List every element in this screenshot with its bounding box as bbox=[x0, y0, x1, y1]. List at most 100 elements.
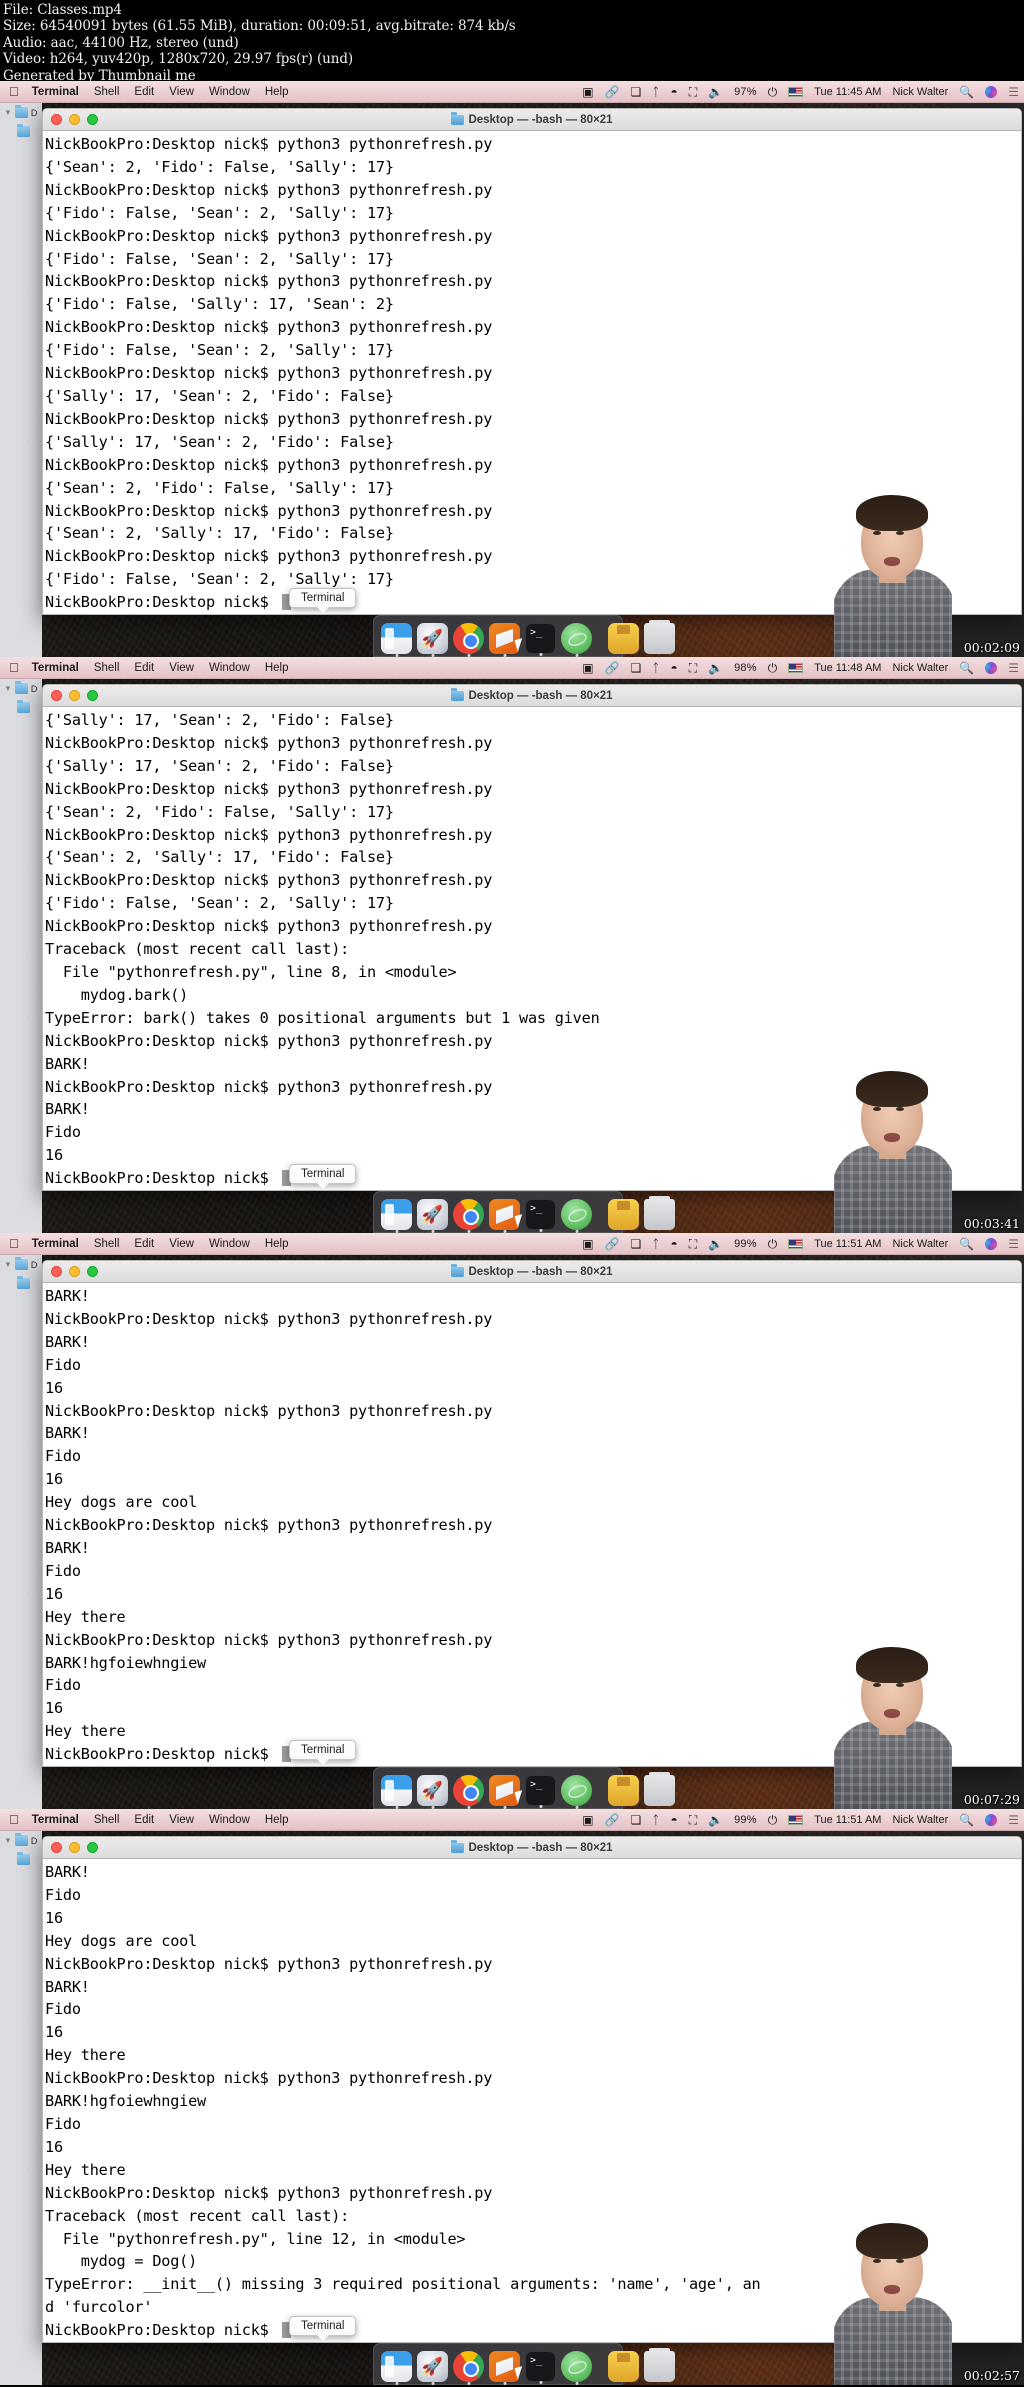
finder-row[interactable] bbox=[0, 1846, 42, 1865]
finder-row[interactable]: ▼ D bbox=[0, 679, 42, 694]
dock-icon-honey[interactable] bbox=[608, 1199, 639, 1230]
dock-icon-launchpad[interactable] bbox=[417, 623, 448, 657]
menu-item-help[interactable]: Help bbox=[265, 1238, 289, 1250]
spotlight-search-icon[interactable]: 🔍 bbox=[959, 1237, 974, 1251]
dock-icon-sublime[interactable] bbox=[489, 1199, 520, 1233]
dock-icon-launchpad[interactable] bbox=[417, 1775, 448, 1809]
menu-item-help[interactable]: Help bbox=[265, 1814, 289, 1826]
menu-item-view[interactable]: View bbox=[169, 86, 194, 98]
siri-icon[interactable] bbox=[985, 1813, 998, 1826]
dock-icon-chrome[interactable] bbox=[453, 2351, 484, 2385]
dock-icon-sublime[interactable] bbox=[489, 1775, 520, 1809]
menu-item-edit[interactable]: Edit bbox=[134, 1238, 154, 1250]
notification-center-icon[interactable]: ☰ bbox=[1008, 1237, 1019, 1251]
dock-icon-finder[interactable] bbox=[381, 2351, 412, 2385]
us-flag-icon[interactable] bbox=[788, 1238, 804, 1249]
menu-item-window[interactable]: Window bbox=[209, 1814, 250, 1826]
finder-window-sliver[interactable]: ▼ D bbox=[0, 1831, 42, 2385]
dock-icon-chrome[interactable] bbox=[453, 1775, 484, 1809]
dock-icon-honey[interactable] bbox=[608, 1775, 639, 1806]
dock-icon-finder[interactable] bbox=[381, 623, 412, 657]
chevron-down-icon[interactable]: ▼ bbox=[4, 108, 12, 117]
us-flag-icon[interactable] bbox=[788, 86, 804, 97]
dropbox-icon[interactable]: ❏ bbox=[630, 1238, 641, 1250]
apple-menu-icon[interactable]:  bbox=[9, 85, 19, 98]
menu-item-edit[interactable]: Edit bbox=[134, 1814, 154, 1826]
menu-bar-username[interactable]: Nick Walter bbox=[892, 86, 948, 98]
airplay-icon[interactable]: ⛶ bbox=[689, 1238, 697, 1250]
dropbox-icon[interactable]: ❏ bbox=[630, 662, 641, 674]
finder-window-sliver[interactable]: ▼ D bbox=[0, 1255, 42, 1809]
terminal-title-bar[interactable]: Desktop — -bash — 80×21 bbox=[43, 109, 1021, 131]
dock-icon-launchpad[interactable] bbox=[417, 1199, 448, 1233]
spotlight-search-icon[interactable]: 🔍 bbox=[959, 85, 974, 99]
menu-item-terminal[interactable]: Terminal bbox=[32, 662, 79, 674]
dock-icon-atom[interactable] bbox=[561, 2351, 592, 2385]
finder-row[interactable]: ▼ D bbox=[0, 1255, 42, 1270]
volume-icon[interactable]: 🔈 bbox=[708, 662, 723, 674]
dropbox-icon[interactable]: ❏ bbox=[630, 1814, 641, 1826]
menu-item-window[interactable]: Window bbox=[209, 86, 250, 98]
dropbox-icon[interactable]: ❏ bbox=[630, 86, 641, 98]
chevron-down-icon[interactable]: ▼ bbox=[4, 684, 12, 693]
menu-item-shell[interactable]: Shell bbox=[94, 662, 120, 674]
battery-percentage[interactable]: 97% bbox=[734, 86, 757, 98]
battery-icon[interactable]: ⏻ bbox=[768, 1238, 778, 1250]
dock-icon-trash[interactable] bbox=[644, 1772, 675, 1806]
terminal-title-bar[interactable]: Desktop — -bash — 80×21 bbox=[43, 1837, 1021, 1859]
link-icon[interactable]: 🔗 bbox=[605, 86, 620, 98]
dock-icon-sublime[interactable] bbox=[489, 2351, 520, 2385]
menu-item-edit[interactable]: Edit bbox=[134, 662, 154, 674]
bluetooth-icon[interactable]: ᛏ bbox=[652, 86, 659, 98]
apple-menu-icon[interactable]:  bbox=[9, 661, 19, 674]
volume-icon[interactable]: 🔈 bbox=[708, 1814, 723, 1826]
battery-percentage[interactable]: 99% bbox=[734, 1814, 757, 1826]
menu-bar-clock[interactable]: Tue 11:45 AM bbox=[814, 86, 881, 98]
airplay-icon[interactable]: ⛶ bbox=[689, 86, 697, 98]
screen-record-icon[interactable]: ▣ bbox=[582, 1238, 593, 1250]
dock-icon-atom[interactable] bbox=[561, 1199, 592, 1233]
screen-record-icon[interactable]: ▣ bbox=[582, 662, 593, 674]
dock-icon-honey[interactable] bbox=[608, 623, 639, 654]
terminal-title-bar[interactable]: Desktop — -bash — 80×21 bbox=[43, 1261, 1021, 1283]
dock-icon-trash[interactable] bbox=[644, 620, 675, 654]
menu-item-view[interactable]: View bbox=[169, 662, 194, 674]
dock-icon-honey[interactable] bbox=[608, 2351, 639, 2382]
battery-icon[interactable]: ⏻ bbox=[768, 1814, 778, 1826]
dock-icon-finder[interactable] bbox=[381, 1199, 412, 1233]
bluetooth-icon[interactable]: ᛏ bbox=[652, 662, 659, 674]
finder-row[interactable] bbox=[0, 1270, 42, 1289]
spotlight-search-icon[interactable]: 🔍 bbox=[959, 661, 974, 675]
menu-item-help[interactable]: Help bbox=[265, 86, 289, 98]
screen-record-icon[interactable]: ▣ bbox=[582, 86, 593, 98]
us-flag-icon[interactable] bbox=[788, 662, 804, 673]
menu-bar-clock[interactable]: Tue 11:51 AM bbox=[814, 1814, 881, 1826]
menu-item-view[interactable]: View bbox=[169, 1238, 194, 1250]
menu-item-shell[interactable]: Shell bbox=[94, 86, 120, 98]
dock-icon-trash[interactable] bbox=[644, 1196, 675, 1230]
dock-icon-finder[interactable] bbox=[381, 1775, 412, 1809]
apple-menu-icon[interactable]:  bbox=[9, 1237, 19, 1250]
volume-icon[interactable]: 🔈 bbox=[708, 1238, 723, 1250]
menu-item-shell[interactable]: Shell bbox=[94, 1238, 120, 1250]
chevron-down-icon[interactable]: ▼ bbox=[4, 1836, 12, 1845]
dock-icon-trash[interactable] bbox=[644, 2348, 675, 2382]
menu-item-window[interactable]: Window bbox=[209, 662, 250, 674]
finder-row[interactable]: ▼ D bbox=[0, 103, 42, 118]
battery-percentage[interactable]: 99% bbox=[734, 1238, 757, 1250]
menu-item-view[interactable]: View bbox=[169, 1814, 194, 1826]
dock-icon-chrome[interactable] bbox=[453, 623, 484, 657]
notification-center-icon[interactable]: ☰ bbox=[1008, 85, 1019, 99]
finder-window-sliver[interactable]: ▼ D bbox=[0, 679, 42, 1233]
menu-bar-clock[interactable]: Tue 11:51 AM bbox=[814, 1238, 881, 1250]
menu-item-edit[interactable]: Edit bbox=[134, 86, 154, 98]
battery-icon[interactable]: ⏻ bbox=[768, 662, 778, 674]
siri-icon[interactable] bbox=[985, 85, 998, 98]
spotlight-search-icon[interactable]: 🔍 bbox=[959, 1813, 974, 1827]
notification-center-icon[interactable]: ☰ bbox=[1008, 1813, 1019, 1827]
chevron-down-icon[interactable]: ▼ bbox=[4, 1260, 12, 1269]
menu-bar-clock[interactable]: Tue 11:48 AM bbox=[814, 662, 881, 674]
wifi-icon[interactable]: ◓ bbox=[670, 1814, 677, 1826]
menu-item-terminal[interactable]: Terminal bbox=[32, 1814, 79, 1826]
menu-item-terminal[interactable]: Terminal bbox=[32, 86, 79, 98]
